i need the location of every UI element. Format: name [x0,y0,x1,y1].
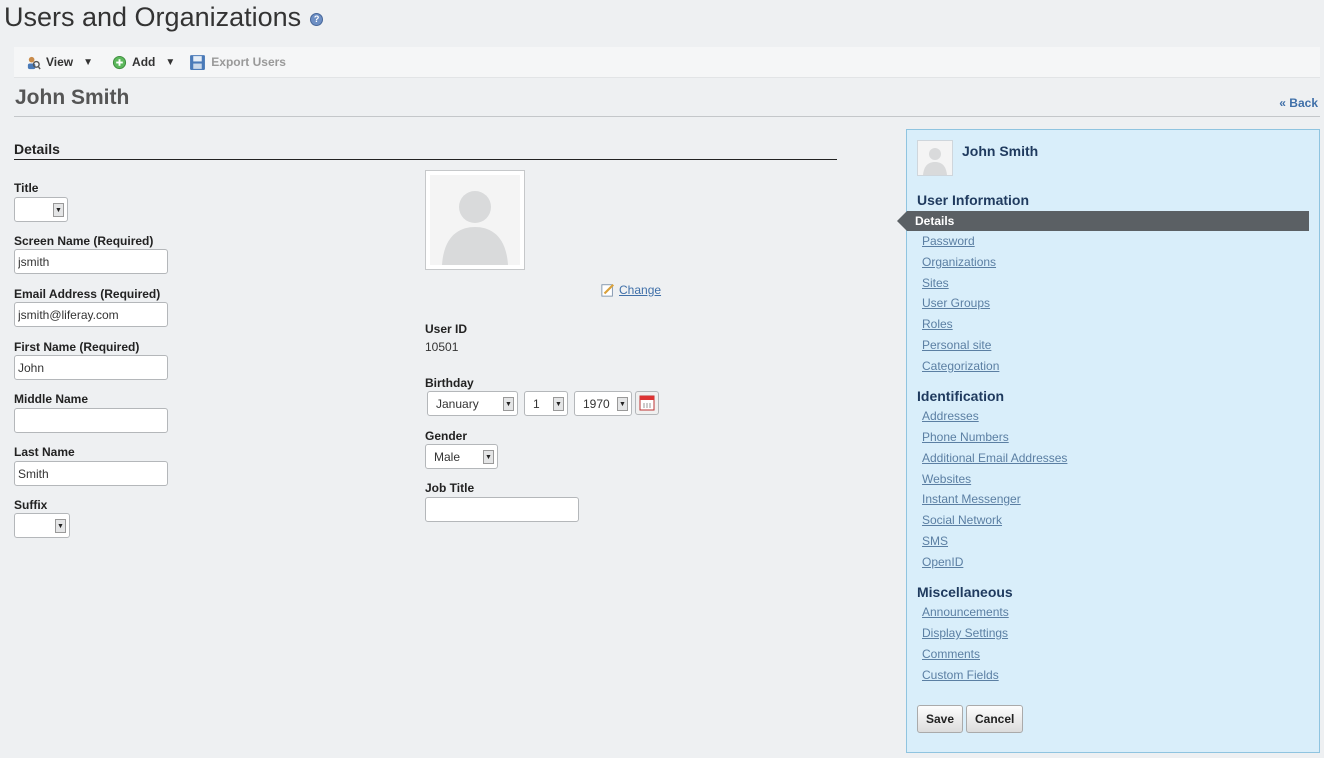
chevron-down-icon: ▼ [83,56,94,68]
miscellaneous-title: Miscellaneous [917,584,1013,600]
calendar-button[interactable] [635,391,659,415]
cancel-button[interactable]: Cancel [966,705,1023,733]
sidebar-item-addresses[interactable]: Addresses [922,409,979,423]
sidebar-item-openid[interactable]: OpenID [922,555,963,569]
sidebar-item-details[interactable]: Details [897,211,1309,231]
sidebar-item-custom-fields[interactable]: Custom Fields [922,668,999,682]
screen-name-input[interactable] [14,249,168,274]
last-name-input[interactable] [14,461,168,486]
sidebar-avatar [917,140,953,176]
sidebar-user-name: John Smith [962,143,1039,159]
view-users-icon [27,56,41,69]
user-information-title: User Information [917,192,1030,208]
first-name-label: First Name (Required) [14,340,140,354]
birthday-label: Birthday [425,376,474,390]
user-id-value: 10501 [425,340,459,354]
sidebar-item-display-settings[interactable]: Display Settings [922,626,1008,640]
dropdown-arrow-icon: ▼ [617,397,628,411]
gender-value: Male [434,450,461,464]
sidebar-item-organizations[interactable]: Organizations [922,255,996,269]
sidebar-item-personal-site[interactable]: Personal site [922,338,991,352]
user-id-label: User ID [425,322,468,336]
sidebar-item-categorization[interactable]: Categorization [922,359,999,373]
dropdown-arrow-icon: ▼ [503,397,514,411]
details-section-title: Details [14,141,837,160]
sidebar-item-sites[interactable]: Sites [922,276,949,290]
gender-select[interactable]: Male ▼ [425,444,498,469]
middle-name-input[interactable] [14,408,168,433]
sidebar-item-websites[interactable]: Websites [922,472,971,486]
change-portrait-label: Change [619,283,662,297]
gender-label: Gender [425,429,468,443]
sidebar-item-phone-numbers[interactable]: Phone Numbers [922,430,1009,444]
sidebar-item-password[interactable]: Password [922,234,975,248]
suffix-select[interactable]: ▼ [14,513,70,538]
sidebar-item-instant-messenger[interactable]: Instant Messenger [922,492,1021,506]
avatar-placeholder-icon [918,141,952,175]
chevron-down-icon: ▼ [165,56,176,68]
job-title-label: Job Title [425,481,475,495]
help-icon[interactable]: ? [310,13,324,26]
edit-pencil-icon [601,283,615,297]
heading-divider [14,116,1320,117]
middle-name-label: Middle Name [14,392,89,406]
view-menu-button[interactable]: View ▼ [26,55,93,70]
title-label: Title [14,181,39,195]
identification-title: Identification [917,388,1005,404]
sidebar-item-social-network[interactable]: Social Network [922,513,1002,527]
page-title-text: Users and Organizations [4,2,302,32]
add-menu-button[interactable]: Add ▼ [112,55,175,70]
sidebar-item-comments[interactable]: Comments [922,647,980,661]
save-disk-icon [190,54,206,70]
sidebar-item-roles[interactable]: Roles [922,317,953,331]
birthday-month-select[interactable]: January ▼ [427,391,518,416]
title-select[interactable]: ▼ [14,197,68,222]
add-icon [112,55,127,69]
sidebar-item-announcements[interactable]: Announcements [922,605,1009,619]
change-portrait-link[interactable]: Change [601,283,661,297]
calendar-icon [639,395,655,411]
user-portrait [425,170,525,270]
birthday-year-value: 1970 [583,397,610,411]
job-title-input[interactable] [425,497,579,522]
portrait-placeholder-icon [430,175,520,265]
first-name-input[interactable] [14,355,168,380]
page-title: Users and Organizations ? [4,2,324,33]
birthday-day-value: 1 [533,397,540,411]
form-navigator-panel: John Smith User Information Details Pass… [897,129,1320,753]
screen-name-label: Screen Name (Required) [14,234,154,248]
save-button[interactable]: Save [917,705,963,733]
dropdown-arrow-icon: ▼ [483,450,494,464]
email-label: Email Address (Required) [14,287,161,301]
sidebar-item-sms[interactable]: SMS [922,534,948,548]
sidebar-item-user-groups[interactable]: User Groups [922,296,990,310]
user-heading: John Smith [15,86,130,109]
dropdown-arrow-icon: ▼ [553,397,564,411]
birthday-day-select[interactable]: 1 ▼ [524,391,568,416]
birthday-month-value: January [436,397,479,411]
back-link[interactable]: « Back [1279,96,1318,110]
toolbar: View ▼ Add ▼ Export Users [14,47,1320,78]
export-users-button[interactable]: Export Users [189,54,286,71]
email-input[interactable] [14,302,168,327]
export-users-label: Export Users [211,55,286,69]
dropdown-arrow-icon: ▼ [55,519,66,533]
birthday-year-select[interactable]: 1970 ▼ [574,391,632,416]
view-menu-label: View [46,55,74,69]
add-menu-label: Add [132,55,156,69]
suffix-label: Suffix [14,498,48,512]
last-name-label: Last Name [14,445,75,459]
sidebar-item-additional-email-addresses[interactable]: Additional Email Addresses [922,451,1067,465]
dropdown-arrow-icon: ▼ [53,203,64,217]
